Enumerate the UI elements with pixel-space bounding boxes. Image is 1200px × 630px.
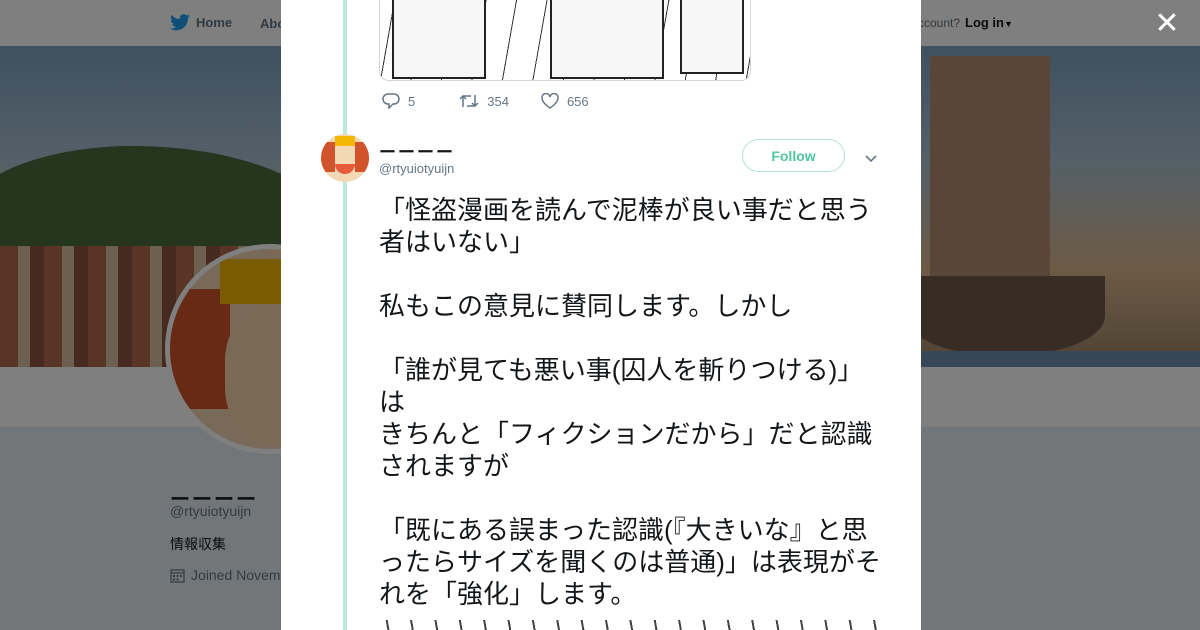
manga-figure [392,0,486,79]
author-name[interactable]: ーーーー [379,138,455,163]
like-icon [541,93,559,109]
retweet-count: 354 [487,93,509,109]
author-avatar[interactable] [321,134,369,182]
retweet-button[interactable]: 354 [459,93,509,109]
previous-tweet-image[interactable] [379,0,751,81]
tweet-text: 「怪盗漫画を読んで泥棒が良い事だと思う者はいない」 私もこの意見に賛同します。し… [379,195,881,609]
avatar-hair [355,142,369,172]
close-icon[interactable]: ✕ [1153,9,1181,39]
manga-panel [380,0,750,80]
like-count: 656 [566,93,589,109]
previous-tweet-actions: 5 354 656 [382,93,615,109]
reply-icon [382,93,400,109]
thread-connector-line [343,0,347,630]
like-button[interactable]: 656 [541,93,589,109]
reply-count: 5 [408,93,416,109]
author-handle[interactable]: @rtyuiotyuijn [379,161,454,176]
tweet-modal: 5 354 656 ーーーー @rtyuiotyuijn Follow 「怪盗漫… [281,0,921,630]
avatar-crown [335,136,355,146]
avatar-mouth [335,164,355,174]
manga-figure [680,0,744,74]
tweet-image[interactable] [379,620,879,630]
chevron-down-icon[interactable] [863,150,879,166]
avatar-hair [321,142,335,172]
manga-figure [550,0,664,79]
follow-button[interactable]: Follow [742,139,845,172]
retweet-icon [459,94,479,108]
reply-button[interactable]: 5 [382,93,415,109]
